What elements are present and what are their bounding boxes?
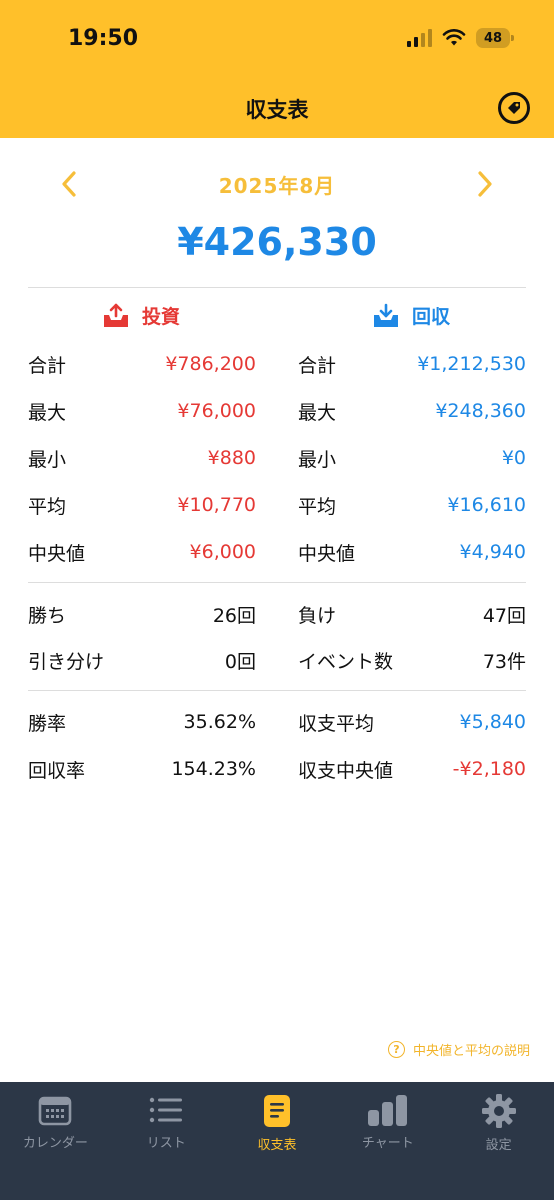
losses-row: 負け 47回 <box>298 600 526 628</box>
balance-median-value: -¥2,180 <box>452 758 526 780</box>
draws-label: 引き分け <box>28 650 105 673</box>
balance-median-label: 収支中央値 <box>298 759 394 782</box>
stat-value: ¥10,770 <box>177 494 256 516</box>
tab-label: カレンダー <box>22 1136 88 1151</box>
stat-label: 中央値 <box>28 542 86 565</box>
tab-label: 収支表 <box>257 1138 297 1153</box>
stat-label: 最小 <box>298 448 337 471</box>
tag-button[interactable] <box>498 92 530 124</box>
tab-calendar[interactable]: カレンダー <box>0 1082 111 1200</box>
stat-value: ¥6,000 <box>189 541 256 563</box>
wifi-icon <box>442 29 466 46</box>
invest-stat-row: 最小 ¥880 <box>28 444 256 472</box>
invest-stat-row: 最大 ¥76,000 <box>28 397 256 425</box>
stat-value: ¥786,200 <box>165 353 256 375</box>
stat-label: 中央値 <box>298 542 356 565</box>
stat-value: ¥248,360 <box>435 400 526 422</box>
tag-icon <box>508 102 520 114</box>
tab-label: 設定 <box>485 1138 512 1153</box>
balance-average-label: 収支平均 <box>298 712 375 735</box>
stat-label: 平均 <box>298 495 337 518</box>
invest-stat-row: 平均 ¥10,770 <box>28 491 256 519</box>
recover-stat-row: 合計 ¥1,212,530 <box>298 350 526 378</box>
cellular-signal-icon <box>407 29 432 47</box>
divider <box>28 582 526 583</box>
invest-title: 投資 <box>142 306 181 328</box>
wins-row: 勝ち 26回 <box>28 600 256 628</box>
recovery-rate-label: 回収率 <box>28 759 86 782</box>
document-icon <box>263 1095 290 1127</box>
wins-label: 勝ち <box>28 604 67 627</box>
recover-stat-row: 最大 ¥248,360 <box>298 397 526 425</box>
gear-icon <box>481 1094 516 1128</box>
recover-stat-row: 平均 ¥16,610 <box>298 491 526 519</box>
invest-stat-row: 合計 ¥786,200 <box>28 350 256 378</box>
recovery-rate-row: 回収率 154.23% <box>28 755 256 783</box>
win-rate-row: 勝率 35.62% <box>28 708 256 736</box>
recover-header: 回収 <box>372 302 450 329</box>
tab-label: チャート <box>361 1136 414 1151</box>
balance-median-row: 収支中央値 -¥2,180 <box>298 755 526 783</box>
events-label: イベント数 <box>298 650 394 673</box>
tab-bar: カレンダー リスト 収支表 チャート 設定 <box>0 1082 554 1200</box>
win-rate-label: 勝率 <box>28 712 67 735</box>
invest-header: 投資 <box>102 302 180 329</box>
divider <box>28 690 526 691</box>
tab-label: リスト <box>146 1136 186 1151</box>
chevron-right-icon <box>478 171 492 197</box>
stat-value: ¥16,610 <box>447 494 526 516</box>
stat-label: 平均 <box>28 495 67 518</box>
losses-value: 47回 <box>482 604 526 627</box>
upload-tray-icon <box>104 303 128 327</box>
list-icon <box>149 1097 183 1123</box>
recover-stat-row: 中央値 ¥4,940 <box>298 538 526 566</box>
stat-value: ¥880 <box>207 447 256 469</box>
balance-average-value: ¥5,840 <box>459 711 526 733</box>
stat-value: ¥1,212,530 <box>417 353 526 375</box>
divider <box>28 287 526 288</box>
header: 19:50 48 収支表 <box>0 0 554 138</box>
month-selector: 2025年8月 <box>0 166 554 202</box>
tab-chart[interactable]: チャート <box>332 1082 443 1200</box>
recover-stat-row: 最小 ¥0 <box>298 444 526 472</box>
stat-value: ¥0 <box>501 447 526 469</box>
tab-balance-sheet[interactable]: 収支表 <box>222 1082 333 1200</box>
losses-label: 負け <box>298 604 337 627</box>
stat-value: ¥4,940 <box>459 541 526 563</box>
recovery-rate-value: 154.23% <box>171 758 256 780</box>
balance-average-row: 収支平均 ¥5,840 <box>298 708 526 736</box>
help-label: 中央値と平均の説明 <box>412 1044 530 1059</box>
question-circle-icon: ? <box>387 1041 405 1058</box>
download-tray-icon <box>374 303 398 327</box>
median-average-help-link[interactable]: ? 中央値と平均の説明 <box>387 1040 530 1059</box>
recover-title: 回収 <box>412 306 451 328</box>
stat-label: 最小 <box>28 448 67 471</box>
stat-label: 合計 <box>28 354 67 377</box>
wins-value: 26回 <box>212 604 256 627</box>
status-icons: 48 <box>407 28 514 48</box>
invest-stat-row: 中央値 ¥6,000 <box>28 538 256 566</box>
stat-label: 合計 <box>298 354 337 377</box>
stat-label: 最大 <box>298 401 337 424</box>
win-rate-value: 35.62% <box>183 711 256 733</box>
events-value: 73件 <box>482 650 526 673</box>
status-time: 19:50 <box>68 26 139 51</box>
total-balance: ¥426,330 <box>177 220 377 264</box>
draws-value: 0回 <box>224 650 256 673</box>
events-row: イベント数 73件 <box>298 646 526 674</box>
page-title: 収支表 <box>245 98 309 122</box>
battery-icon: 48 <box>476 28 514 48</box>
stat-label: 最大 <box>28 401 67 424</box>
calendar-icon <box>39 1096 72 1126</box>
stat-value: ¥76,000 <box>177 400 256 422</box>
bar-chart-icon <box>367 1095 407 1126</box>
next-month-button[interactable] <box>470 166 500 202</box>
tab-list[interactable]: リスト <box>111 1082 222 1200</box>
tab-settings[interactable]: 設定 <box>443 1082 554 1200</box>
draws-row: 引き分け 0回 <box>28 646 256 674</box>
